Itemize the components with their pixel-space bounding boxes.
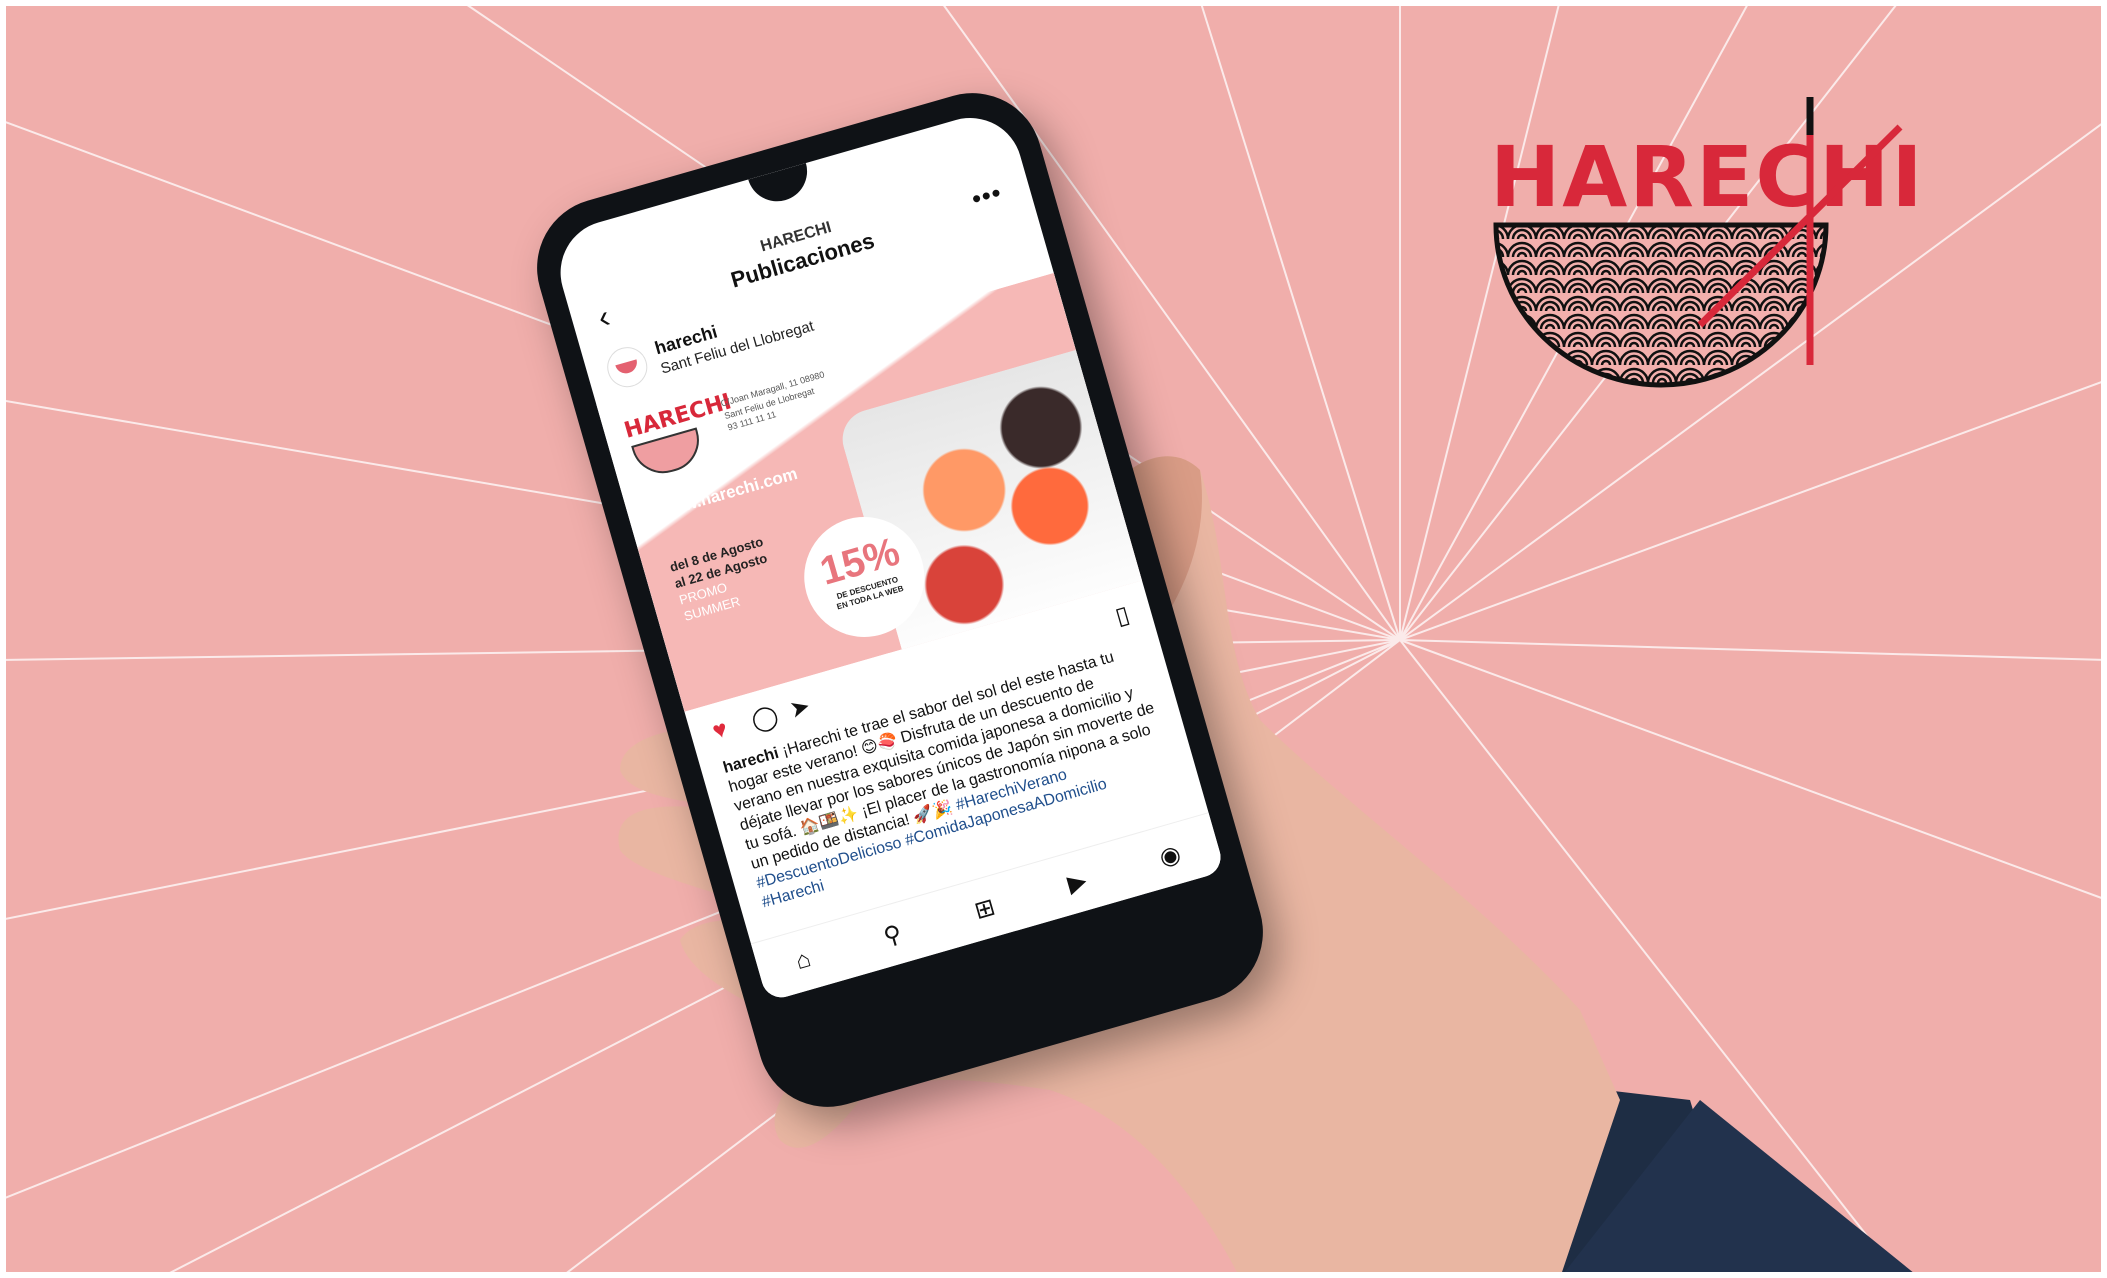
profile-icon[interactable]: ◉ [1156, 839, 1184, 873]
comment-icon[interactable]: ◯ [748, 701, 782, 736]
avatar[interactable] [602, 342, 652, 392]
search-icon[interactable]: ⚲ [880, 919, 905, 952]
reels-icon[interactable]: ▶ [1064, 866, 1090, 899]
bookmark-icon[interactable]: ▯ [1112, 600, 1133, 632]
heart-icon[interactable]: ♥ [709, 715, 730, 746]
add-icon[interactable]: ⊞ [971, 892, 998, 925]
home-icon[interactable]: ⌂ [793, 945, 815, 976]
send-icon[interactable]: ➤ [786, 692, 814, 725]
